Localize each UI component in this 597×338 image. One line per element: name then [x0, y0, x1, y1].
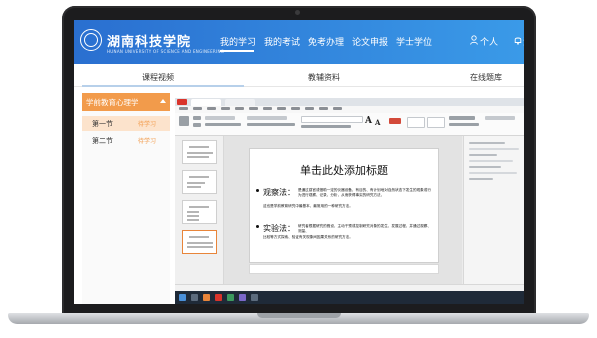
bullet-text: 研究者根据研究的假设，主动干预或控制研究对象的发生、发展过程，并通过观察、测量、 — [298, 224, 431, 234]
slide-thumbnail[interactable] — [182, 200, 217, 224]
taskbar-app-icon[interactable] — [227, 294, 234, 301]
taskbar-app-icon[interactable] — [215, 294, 222, 301]
bullet-text: 是通过感官或借助一定的仪器设备，有目的、有计划地对自然状态下发生的现象或行为进行… — [298, 188, 431, 198]
caret-up-icon[interactable] — [160, 99, 166, 103]
wps-ribbon-toolbar: A A — [175, 113, 524, 136]
start-icon[interactable] — [179, 294, 186, 301]
font-a-glyph: A — [365, 116, 372, 126]
lesson-name: 第一节 — [92, 120, 113, 128]
course-header[interactable]: 学前教育心理学 — [82, 93, 170, 111]
tab-course-videos[interactable]: 课程视频 — [142, 72, 174, 83]
bullet-text-cont: 这也是学前教育研究中最基本、最常用的一种研究方法。 — [263, 204, 353, 208]
laptop-frame: 湖南科技学院 HUNAN UNIVERSITY OF SCIENCE AND E… — [62, 6, 536, 318]
nav-my-study[interactable]: 我的学习 — [220, 35, 256, 48]
laptop-notch — [257, 313, 341, 318]
taskbar-app-icon[interactable] — [203, 294, 210, 301]
slide-thumbnails — [175, 136, 224, 296]
tab-active-underline — [82, 85, 244, 87]
lesson-status: 待学习 — [138, 138, 157, 145]
course-video-player[interactable]: A A 单击此处添加标题 观察法： 是通过感官或借助一定的仪器设备，有目的、有计… — [175, 98, 524, 304]
nav-bachelor-degree[interactable]: 学士学位 — [396, 35, 432, 48]
font-a-glyph: A — [375, 118, 381, 127]
wps-right-panel — [463, 136, 524, 296]
tab-online-question-bank[interactable]: 在线题库 — [470, 72, 502, 83]
bullet-heading: 实验法： — [263, 224, 295, 233]
course-sidebar: 学前教育心理学 第一节 待学习 第二节 待学习 — [82, 93, 170, 304]
logo-seal-icon — [80, 29, 102, 51]
course-title: 学前教育心理学 — [86, 98, 139, 107]
wps-doc-tab — [191, 99, 221, 106]
slide-bullet: 实验法： 研究者根据研究的假设，主动干预或控制研究对象的发生、发展过程，并通过观… — [256, 223, 434, 253]
nav-thesis-application[interactable]: 论文申报 — [352, 35, 388, 48]
slide-notes-area[interactable] — [250, 265, 438, 273]
site-brand-name[interactable]: 湖南科技学院 — [107, 31, 191, 50]
taskbar-app-icon[interactable] — [191, 294, 198, 301]
user-menu-label[interactable]: 个人 — [480, 35, 498, 48]
lesson-item[interactable]: 第二节 待学习 — [82, 133, 170, 148]
bell-icon[interactable] — [514, 35, 522, 45]
nav-exam-exemption[interactable]: 免考办理 — [308, 35, 344, 48]
user-icon[interactable] — [470, 35, 478, 45]
screen: 湖南科技学院 HUNAN UNIVERSITY OF SCIENCE AND E… — [74, 20, 524, 304]
taskbar-app-icon[interactable] — [239, 294, 246, 301]
bullet-text-cont: 比较等方式探索、验证有关现象间因果关系的研究方法。 — [263, 235, 353, 239]
nav-my-exams[interactable]: 我的考试 — [264, 35, 300, 48]
lesson-status: 待学习 — [138, 121, 157, 128]
notice-menu-label[interactable]: 消 — [523, 35, 524, 48]
slide-thumbnail-selected[interactable] — [182, 230, 217, 254]
wps-menu-bar — [175, 106, 524, 113]
wps-doc-tab — [225, 99, 255, 106]
wps-title-tabs — [175, 98, 524, 106]
slide-title[interactable]: 单击此处添加标题 — [250, 162, 438, 178]
nav-active-underline — [220, 50, 254, 52]
tab-teaching-materials[interactable]: 教辅资料 — [308, 72, 340, 83]
bullet-heading: 观察法： — [263, 188, 295, 197]
taskbar-app-icon[interactable] — [251, 294, 258, 301]
slide-thumbnail[interactable] — [182, 140, 217, 164]
slide[interactable]: 单击此处添加标题 观察法： 是通过感官或借助一定的仪器设备，有目的、有计划地对自… — [250, 149, 438, 262]
os-taskbar — [175, 291, 524, 304]
lesson-name: 第二节 — [92, 137, 113, 145]
camera-icon — [295, 10, 300, 15]
slide-thumbnail[interactable] — [182, 170, 217, 194]
top-navigation-bar: 湖南科技学院 HUNAN UNIVERSITY OF SCIENCE AND E… — [74, 20, 524, 64]
wps-logo-icon — [177, 99, 187, 105]
lesson-item[interactable]: 第一节 待学习 — [82, 116, 170, 131]
site-brand-subtitle: HUNAN UNIVERSITY OF SCIENCE AND ENGINEER… — [107, 49, 225, 54]
slide-bullet: 观察法： 是通过感官或借助一定的仪器设备，有目的、有计划地对自然状态下发生的现象… — [256, 187, 434, 219]
